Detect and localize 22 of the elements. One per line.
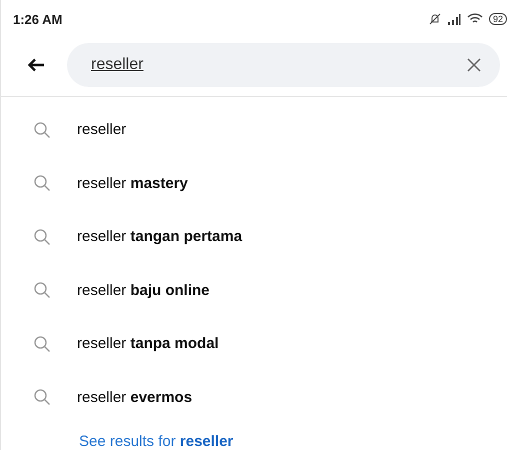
search-icon xyxy=(33,228,51,246)
search-icon xyxy=(33,120,51,139)
battery-level: 92 xyxy=(488,13,507,25)
signal-icon xyxy=(446,14,461,24)
search-icon xyxy=(33,174,51,192)
suggestion-text[interactable]: reseller tangan pertama xyxy=(77,228,242,246)
muted-bell-icon xyxy=(428,13,441,25)
suggestion-text[interactable]: reseller baju online xyxy=(77,282,210,299)
suggestion-text[interactable]: reseller evermos xyxy=(77,388,192,406)
search-icon xyxy=(33,388,51,406)
search-field[interactable]: reseller xyxy=(67,43,500,87)
status-time: 1:26 AM xyxy=(13,12,62,26)
search-icon xyxy=(33,334,51,353)
back-button[interactable] xyxy=(27,58,45,72)
close-button[interactable] xyxy=(466,57,482,73)
search-icon xyxy=(33,281,51,300)
suggestion-text[interactable]: reseller tanpa modal xyxy=(77,335,219,352)
search-input[interactable]: reseller xyxy=(91,56,466,74)
suggestion-text[interactable]: reseller xyxy=(77,121,126,138)
wifi-icon xyxy=(466,13,483,25)
see-results-link[interactable]: See results for reseller xyxy=(1,433,507,450)
suggestion-text[interactable]: reseller mastery xyxy=(77,174,188,192)
